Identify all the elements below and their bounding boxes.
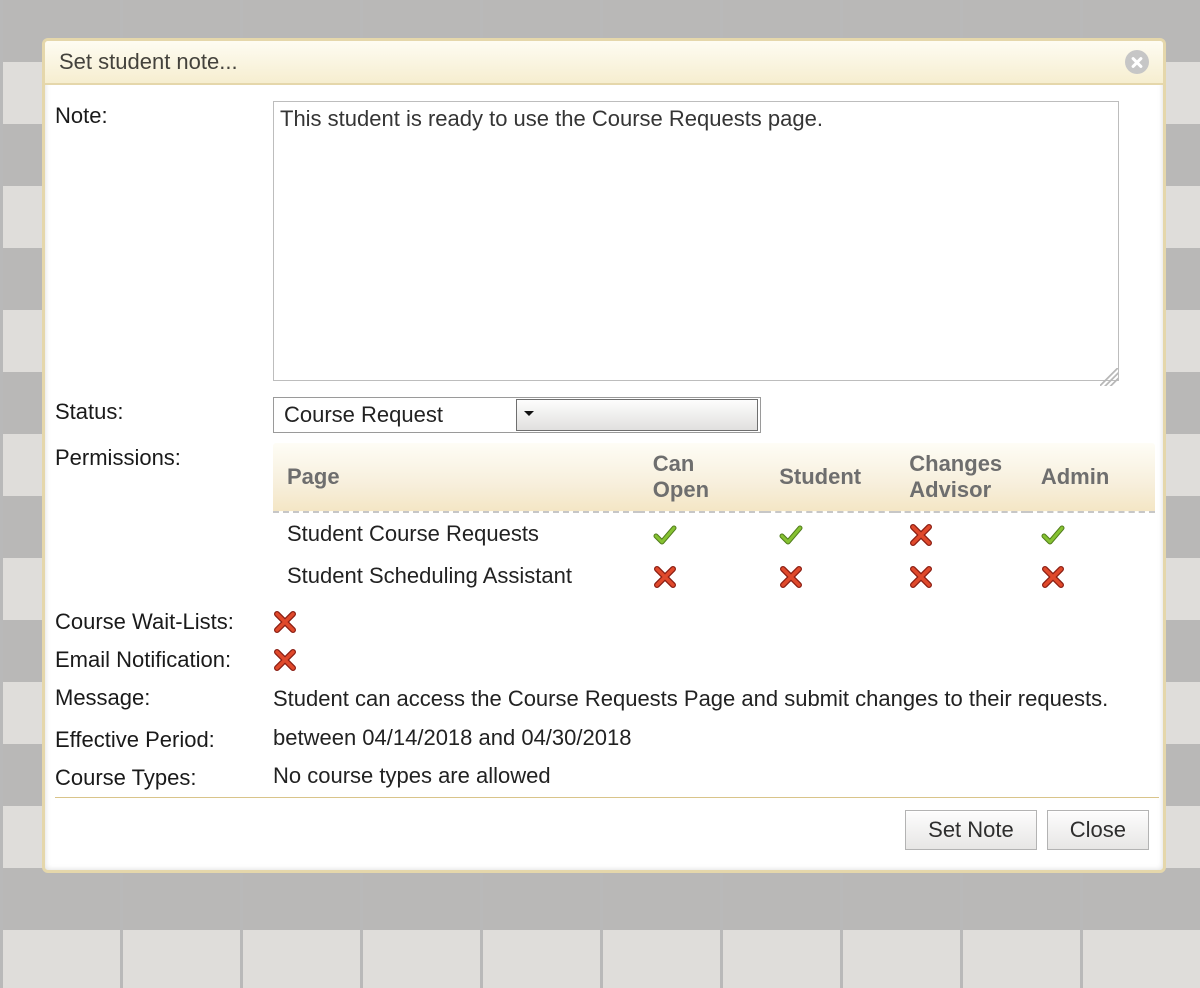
table-row: Student Course Requests <box>273 512 1155 555</box>
perm-changes-advisor-toggle[interactable] <box>909 523 933 547</box>
perm-col-page: Page <box>273 443 639 512</box>
permissions-label: Permissions: <box>55 443 273 471</box>
perm-col-can-open: CanOpen <box>639 443 765 512</box>
email-toggle[interactable] <box>273 648 297 672</box>
course-types-value: No course types are allowed <box>273 763 1159 789</box>
effective-value: between 04/14/2018 and 04/30/2018 <box>273 725 1159 751</box>
perm-admin-toggle[interactable] <box>1041 523 1065 547</box>
table-row: Student Scheduling Assistant <box>273 555 1155 597</box>
perm-can-open-toggle[interactable] <box>653 565 677 589</box>
perm-page-name: Student Course Requests <box>273 512 639 555</box>
wait-lists-toggle[interactable] <box>273 610 297 634</box>
dialog-titlebar: Set student note... <box>45 41 1163 85</box>
effective-label: Effective Period: <box>55 725 273 753</box>
close-icon[interactable] <box>1125 50 1149 74</box>
note-label: Note: <box>55 101 273 129</box>
perm-col-admin: Admin <box>1027 443 1155 512</box>
perm-changes-advisor-toggle[interactable] <box>909 565 933 589</box>
perm-student-toggle[interactable] <box>779 565 803 589</box>
close-button[interactable]: Close <box>1047 810 1149 850</box>
status-label: Status: <box>55 397 273 425</box>
perm-student-toggle[interactable] <box>779 523 803 547</box>
chevron-down-icon[interactable] <box>516 399 758 431</box>
email-label: Email Notification: <box>55 645 273 673</box>
wait-lists-label: Course Wait-Lists: <box>55 607 273 635</box>
permissions-table: Page CanOpen Student ChangesAdvisor Admi… <box>273 443 1155 597</box>
dialog-footer: Set Note Close <box>55 806 1159 862</box>
note-textarea[interactable] <box>273 101 1119 381</box>
perm-can-open-toggle[interactable] <box>653 523 677 547</box>
message-value: Student can access the Course Requests P… <box>273 683 1141 715</box>
course-types-label: Course Types: <box>55 763 273 791</box>
status-select[interactable]: Course Request <box>273 397 761 433</box>
set-note-button[interactable]: Set Note <box>905 810 1037 850</box>
set-student-note-dialog: Set student note... Note: Status: Course… <box>42 38 1166 873</box>
perm-col-student: Student <box>765 443 895 512</box>
message-label: Message: <box>55 683 273 711</box>
perm-page-name: Student Scheduling Assistant <box>273 555 639 597</box>
footer-divider <box>55 797 1159 798</box>
perm-col-changes-advisor: ChangesAdvisor <box>895 443 1027 512</box>
dialog-title: Set student note... <box>59 49 238 75</box>
status-selected-value: Course Request <box>274 402 514 428</box>
perm-admin-toggle[interactable] <box>1041 565 1065 589</box>
